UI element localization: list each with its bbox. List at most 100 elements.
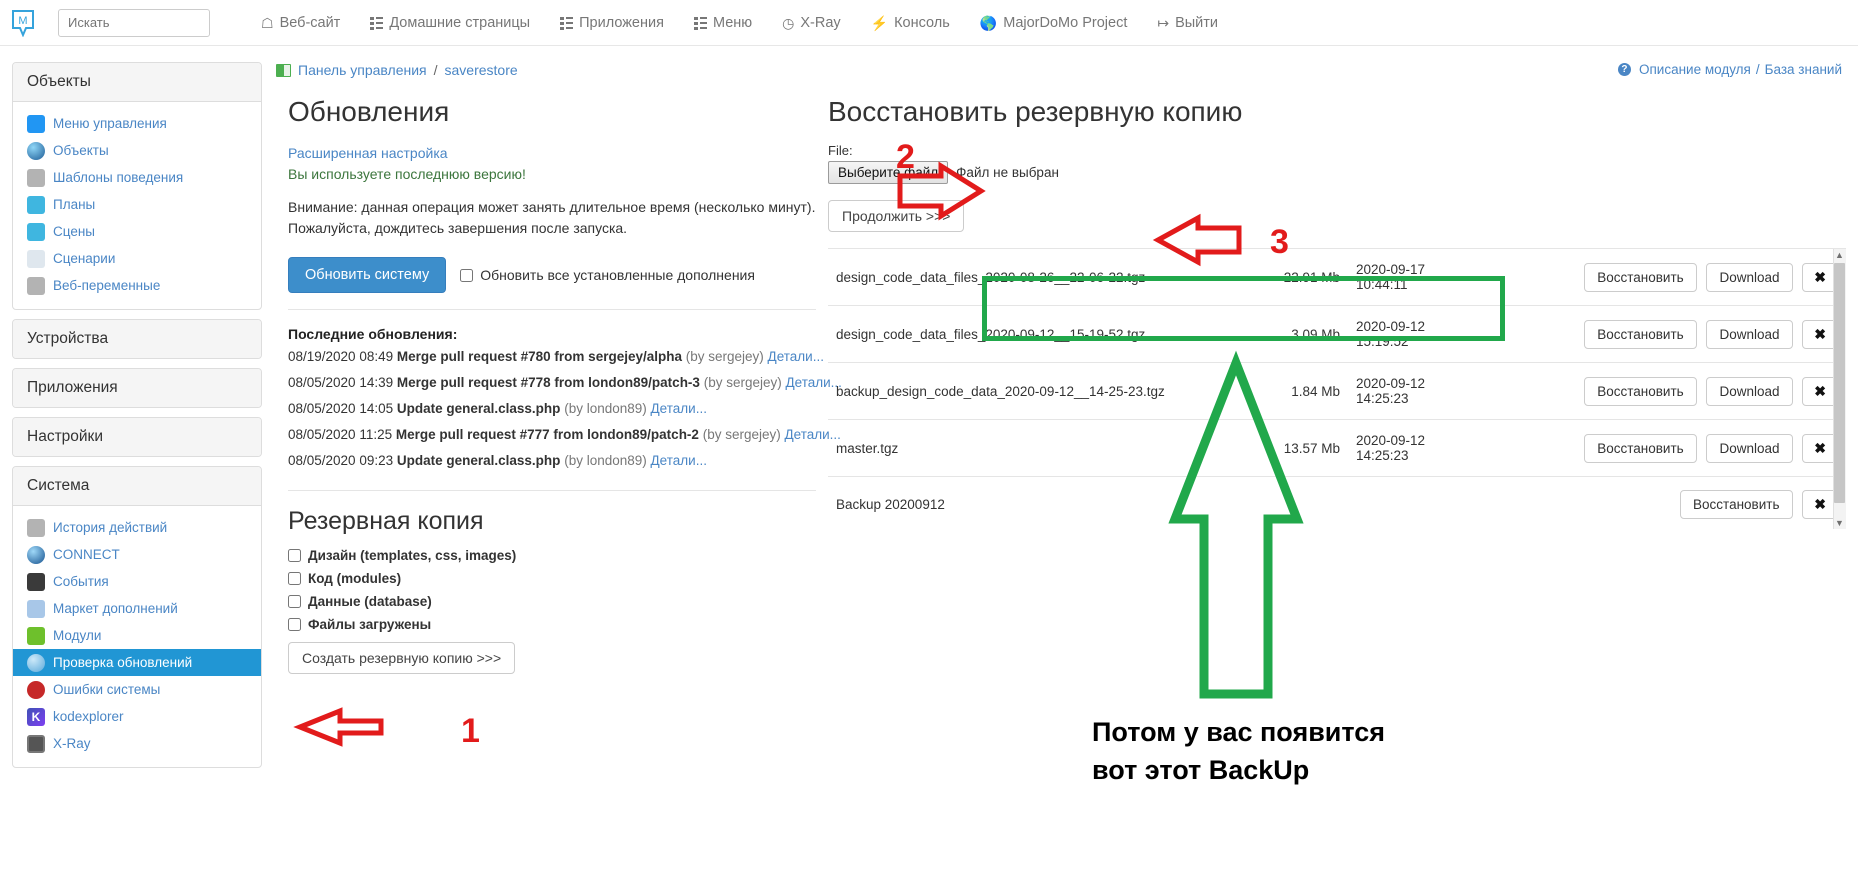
update-addons-checkbox-row[interactable]: Обновить все установленные дополнения bbox=[460, 267, 755, 283]
backup-date: 2020-09-17 10:44:11 bbox=[1348, 249, 1458, 306]
nav-label: Веб-сайт bbox=[280, 15, 341, 31]
sidebar-item-web-variables[interactable]: Веб-переменные bbox=[13, 272, 261, 299]
template-icon bbox=[27, 169, 45, 187]
backup-option-design-checkbox[interactable] bbox=[288, 549, 301, 562]
sidebar-item-connect[interactable]: CONNECT bbox=[13, 541, 261, 568]
nav-item-website[interactable]: ☖ Веб-сайт bbox=[246, 0, 355, 46]
download-button[interactable]: Download bbox=[1706, 377, 1792, 406]
nav-label: MajorDoMo Project bbox=[1003, 15, 1127, 31]
sidebar-item-scripts[interactable]: Сценарии bbox=[13, 245, 261, 272]
restore-button[interactable]: Восстановить bbox=[1584, 377, 1696, 406]
restore-button[interactable]: Восстановить bbox=[1584, 320, 1696, 349]
bug-icon bbox=[27, 681, 45, 699]
sidebar-item-label: События bbox=[53, 572, 109, 591]
backup-option-files-checkbox[interactable] bbox=[288, 618, 301, 631]
scrollbar-thumb[interactable] bbox=[1834, 263, 1845, 503]
link-separator: / bbox=[1756, 62, 1760, 77]
update-system-button[interactable]: Обновить систему bbox=[288, 257, 446, 293]
table-row: master.tgz 13.57 Mb 2020-09-12 14:25:23 … bbox=[828, 420, 1846, 477]
backup-option-design-row[interactable]: Дизайн (templates, css, images) bbox=[288, 548, 816, 563]
scroll-up-arrow-icon[interactable]: ▲ bbox=[1834, 249, 1845, 262]
sidebar-item-label: Сцены bbox=[53, 222, 95, 241]
svg-text:M: M bbox=[18, 15, 27, 27]
breadcrumb-root-link[interactable]: Панель управления bbox=[298, 62, 427, 78]
xray-monitor-icon bbox=[27, 735, 45, 753]
sidebar-item-scenes[interactable]: Сцены bbox=[13, 218, 261, 245]
sidebar-item-objects[interactable]: Объекты bbox=[13, 137, 261, 164]
file-status-text: Файл не выбран bbox=[956, 165, 1059, 180]
nav-item-home-pages[interactable]: Домашние страницы bbox=[355, 0, 545, 46]
recent-updates-title: Последние обновления: bbox=[288, 326, 816, 342]
update-addons-checkbox[interactable] bbox=[460, 269, 473, 282]
update-details-link[interactable]: Детали... bbox=[651, 401, 707, 416]
scroll-down-arrow-icon[interactable]: ▼ bbox=[1834, 517, 1845, 529]
download-button[interactable]: Download bbox=[1706, 320, 1792, 349]
advanced-settings-link[interactable]: Расширенная настройка bbox=[288, 143, 816, 164]
backups-table-wrapper: design_code_data_files_2020-08-26__22-06… bbox=[828, 248, 1846, 529]
sidebar-group-header-objects[interactable]: Объекты bbox=[13, 63, 261, 102]
sidebar-item-check-updates[interactable]: Проверка обновлений bbox=[13, 649, 261, 676]
sidebar-item-plans[interactable]: Планы bbox=[13, 191, 261, 218]
update-details-link[interactable]: Детали... bbox=[651, 453, 707, 468]
update-date: 08/05/2020 11:25 bbox=[288, 427, 392, 442]
sidebar-item-kodexplorer[interactable]: K kodexplorer bbox=[13, 703, 261, 730]
update-message: Merge pull request #778 from london89/pa… bbox=[397, 375, 700, 390]
backup-size: 1.84 Mb bbox=[1258, 363, 1348, 420]
row-actions: Восстановить Download ✖ bbox=[1458, 306, 1846, 363]
sidebar-group-header-system[interactable]: Система bbox=[13, 467, 261, 506]
update-author: (by sergejey) bbox=[686, 349, 764, 364]
sidebar-item-label: CONNECT bbox=[53, 545, 120, 564]
nav-item-menu[interactable]: Меню bbox=[679, 0, 767, 46]
nav-item-xray[interactable]: ◷ X-Ray bbox=[767, 0, 856, 46]
nav-item-applications[interactable]: Приложения bbox=[545, 0, 679, 46]
sidebar-group-applications: Приложения bbox=[12, 368, 262, 408]
bolt-icon: ⚡ bbox=[871, 16, 888, 30]
sidebar-item-label: Меню управления bbox=[53, 114, 167, 133]
create-backup-button[interactable]: Создать резервную копию >>> bbox=[288, 642, 515, 674]
backups-table: design_code_data_files_2020-08-26__22-06… bbox=[828, 249, 1846, 529]
sidebar-item-events[interactable]: События bbox=[13, 568, 261, 595]
update-details-link[interactable]: Детали... bbox=[768, 349, 824, 364]
recent-update-row: 08/19/2020 08:49 Merge pull request #780… bbox=[288, 344, 816, 370]
sidebar-item-action-history[interactable]: История действий bbox=[13, 514, 261, 541]
nav-item-majordomo-project[interactable]: 🌎 MajorDoMo Project bbox=[965, 0, 1143, 46]
download-button[interactable]: Download bbox=[1706, 263, 1792, 292]
page-icon bbox=[276, 64, 291, 77]
table-scrollbar[interactable]: ▲ ▼ bbox=[1833, 249, 1846, 529]
restore-button[interactable]: Восстановить bbox=[1680, 490, 1792, 519]
restore-button[interactable]: Восстановить bbox=[1584, 434, 1696, 463]
sidebar-item-system-errors[interactable]: Ошибки системы bbox=[13, 676, 261, 703]
knowledge-base-link[interactable]: База знаний bbox=[1765, 62, 1842, 77]
backup-option-data-row[interactable]: Данные (database) bbox=[288, 594, 816, 609]
sidebar-item-behavior-templates[interactable]: Шаблоны поведения bbox=[13, 164, 261, 191]
backup-option-label: Код (modules) bbox=[308, 571, 401, 586]
sidebar-group-header-settings[interactable]: Настройки bbox=[13, 418, 261, 456]
sidebar-item-addons-market[interactable]: Маркет дополнений bbox=[13, 595, 261, 622]
breadcrumb-current-link[interactable]: saverestore bbox=[445, 62, 518, 78]
sidebar-item-modules[interactable]: Модули bbox=[13, 622, 261, 649]
sidebar-group-header-applications[interactable]: Приложения bbox=[13, 369, 261, 407]
updates-column: Обновления Расширенная настройка Вы испо… bbox=[288, 95, 816, 674]
warning-line-2: Пожалуйста, дождитесь завершения после з… bbox=[288, 218, 816, 239]
update-author: (by sergejey) bbox=[703, 427, 781, 442]
majordomo-logo-icon[interactable]: M bbox=[0, 0, 46, 46]
sidebar-item-label: Объекты bbox=[53, 141, 109, 160]
backup-option-data-checkbox[interactable] bbox=[288, 595, 301, 608]
annotation-step-1: 1 bbox=[461, 714, 480, 748]
download-button[interactable]: Download bbox=[1706, 434, 1792, 463]
search-input[interactable] bbox=[58, 9, 210, 37]
module-description-link[interactable]: Описание модуля bbox=[1639, 62, 1751, 77]
backup-option-files-row[interactable]: Файлы загружены bbox=[288, 617, 816, 632]
update-date: 08/19/2020 08:49 bbox=[288, 349, 393, 364]
nav-item-console[interactable]: ⚡ Консоль bbox=[856, 0, 965, 46]
backup-option-code-checkbox[interactable] bbox=[288, 572, 301, 585]
sidebar-item-label: Проверка обновлений bbox=[53, 653, 192, 672]
backup-option-code-row[interactable]: Код (modules) bbox=[288, 571, 816, 586]
choose-file-button[interactable]: Выберите файл bbox=[828, 161, 948, 184]
restore-button[interactable]: Восстановить bbox=[1584, 263, 1696, 292]
sidebar-group-header-devices[interactable]: Устройства bbox=[13, 320, 261, 358]
sidebar-item-control-menu[interactable]: Меню управления bbox=[13, 110, 261, 137]
continue-button[interactable]: Продолжить >>> bbox=[828, 200, 964, 232]
sidebar-item-xray[interactable]: X-Ray bbox=[13, 730, 261, 757]
nav-item-logout[interactable]: ↦ Выйти bbox=[1142, 0, 1233, 46]
